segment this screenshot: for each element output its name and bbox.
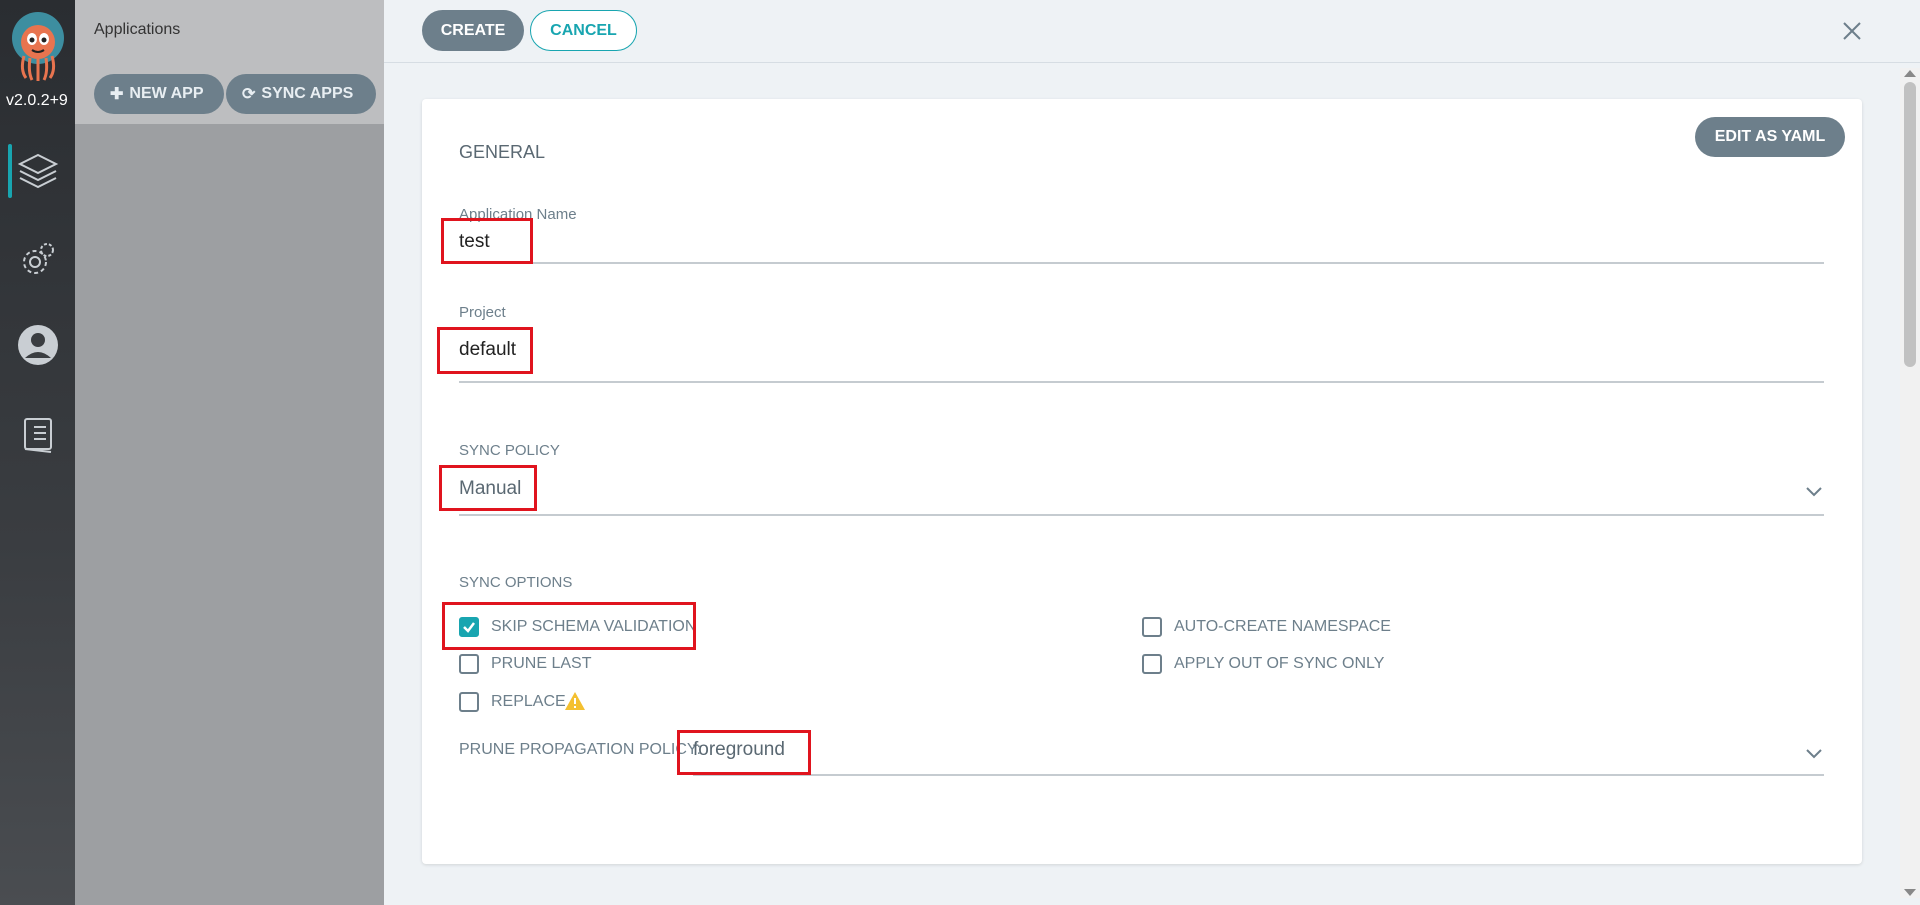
scroll-up-arrow[interactable] [1904,70,1916,77]
warning-icon[interactable] [564,691,586,711]
highlight-app-name [441,218,533,264]
nav-settings[interactable] [0,224,75,294]
replace-label: REPLACE [491,693,566,710]
close-icon[interactable] [1839,18,1865,44]
cancel-button[interactable]: CANCEL [530,10,637,51]
argo-logo[interactable] [10,12,66,82]
project-underline [459,381,1824,383]
nav-applications[interactable] [0,136,75,206]
scrollbar-thumb[interactable] [1904,82,1916,367]
create-app-panel: CREATE CANCEL EDIT AS YAML GENERAL Appli… [384,0,1920,905]
auto-create-namespace-label: AUTO-CREATE NAMESPACE [1174,618,1391,635]
sync-icon: ⟳ [242,86,256,103]
applications-header: Applications ✚ NEW APP ⟳ SYNC APPS [75,0,384,124]
apply-out-of-sync-only-label: APPLY OUT OF SYNC ONLY [1174,655,1385,672]
sync-options-label: SYNC OPTIONS [459,574,573,591]
application-form: EDIT AS YAML GENERAL Application Name te… [422,99,1862,864]
layers-icon [17,153,58,189]
nav-user-info[interactable] [0,310,75,380]
sync-policy-label: SYNC POLICY [459,442,560,459]
sync-apps-label: SYNC APPS [261,85,354,102]
main-nav: v2.0.2+9 [0,0,75,905]
prune-last-checkbox[interactable] [459,654,479,674]
chevron-down-icon[interactable] [1805,747,1823,759]
highlight-prune-propagation [677,730,811,775]
replace-checkbox[interactable] [459,692,479,712]
prune-propagation-label: PRUNE PROPAGATION POLICY: [459,741,702,758]
sync-policy-underline [459,514,1824,516]
create-button[interactable]: CREATE [422,10,524,51]
edit-as-yaml-button[interactable]: EDIT AS YAML [1695,117,1845,157]
highlight-sync-policy [439,465,537,511]
sync-apps-button[interactable]: ⟳ SYNC APPS [226,74,376,114]
general-section-title: GENERAL [459,142,546,162]
highlight-project [437,327,533,374]
user-icon [17,325,58,365]
gear-icon [22,243,54,274]
auto-create-namespace-checkbox[interactable] [1142,617,1162,637]
app-name-underline [459,262,1824,264]
prune-propagation-underline [693,774,1824,776]
new-app-label: NEW APP [129,85,204,102]
version-label: v2.0.2+9 [6,92,68,109]
apply-out-of-sync-only-checkbox[interactable] [1142,654,1162,674]
nav-documentation[interactable] [0,400,75,470]
applications-panel: Applications ✚ NEW APP ⟳ SYNC APPS [75,0,384,905]
chevron-down-icon[interactable] [1805,485,1823,497]
prune-last-label: PRUNE LAST [491,655,592,672]
new-app-button[interactable]: ✚ NEW APP [94,74,224,114]
highlight-skip-schema [442,602,696,650]
docs-icon [23,418,52,453]
scroll-down-arrow[interactable] [1904,889,1916,896]
project-label: Project [459,304,506,321]
plus-icon: ✚ [110,86,124,103]
page-title: Applications [94,21,181,38]
panel-toolbar: CREATE CANCEL [384,0,1920,63]
